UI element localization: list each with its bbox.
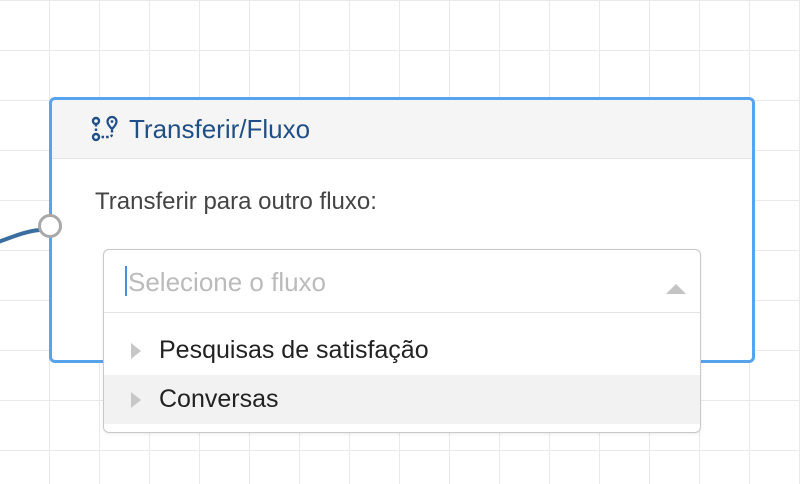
input-port[interactable] [38, 214, 62, 238]
expand-arrow-icon[interactable] [131, 342, 141, 359]
node-header[interactable]: Transferir/Fluxo [52, 100, 752, 159]
text-cursor [125, 266, 127, 296]
option-label: Pesquisas de satisfação [159, 336, 429, 364]
chevron-up-icon[interactable] [666, 284, 686, 294]
node-title: Transferir/Fluxo [129, 113, 311, 144]
flow-select-placeholder: Selecione o fluxo [128, 267, 327, 297]
flow-transfer-icon [89, 114, 119, 144]
expand-arrow-icon[interactable] [131, 391, 141, 408]
flow-select-input[interactable]: Selecione o fluxo [104, 250, 700, 313]
option-conversas[interactable]: Conversas [104, 375, 700, 424]
option-label: Conversas [159, 385, 279, 413]
flow-select-dropdown[interactable]: Selecione o fluxo Pesquisas de satisfaçã… [103, 249, 701, 433]
transfer-prompt-label: Transferir para outro fluxo: [95, 188, 377, 215]
option-pesquisas-de-satisfacao[interactable]: Pesquisas de satisfação [104, 326, 700, 375]
